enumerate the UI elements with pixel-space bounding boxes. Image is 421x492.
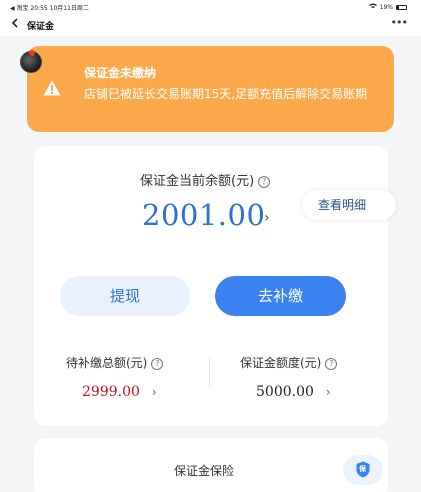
pending-amount-value: 2999.00 [82,384,140,400]
chevron-right-icon: › [325,385,331,399]
pending-amount-stat[interactable]: 待补缴总额(元)? 2999.00 › [66,354,164,400]
warning-banner: 保证金未缴纳 店铺已被延长交易账期15天,足额充值后解除交易账期 [27,46,394,132]
shield-label: 保 [359,465,366,473]
page-title: 保证金 [27,22,55,32]
battery-percent: 19% [379,3,393,11]
status-bar: ◀ 淘宝 20:55 10月11日周二 19% [0,0,421,14]
battery-icon [396,4,407,10]
chevron-right-icon[interactable]: › [264,210,270,226]
help-icon[interactable]: ? [151,358,164,370]
status-right: 19% [368,3,407,11]
wifi-icon [368,3,377,11]
pending-amount-label: 待补缴总额(元) [66,356,148,370]
chevron-right-icon: › [151,385,157,399]
deposit-quota-value: 5000.00 [256,384,314,400]
more-icon[interactable]: ••• [391,16,408,29]
help-icon[interactable]: ? [258,176,271,188]
nav-bar: 保证金 ••• [0,14,421,36]
notification-dot [29,50,35,56]
withdraw-button[interactable]: 提现 [60,276,190,316]
warning-text: 店铺已被延长交易账期15天,足额充值后解除交易账期 [84,87,368,101]
balance-label-row: 保证金当前余额(元)? [140,170,271,189]
divider [209,358,210,388]
insurance-title: 保证金保险 [174,464,235,478]
topup-button[interactable]: 去补缴 [215,276,346,316]
insurance-badge[interactable]: 保 [343,455,383,485]
warning-triangle-icon [43,80,61,96]
warning-title: 保证金未缴纳 [84,66,157,80]
deposit-quota-stat[interactable]: 保证金额度(元)? 5000.00 › [240,354,338,400]
deposit-quota-label: 保证金额度(元) [240,356,322,370]
insurance-card[interactable]: 保证金保险 [34,438,388,492]
status-left: ◀ 淘宝 20:55 10月11日周二 [10,5,89,12]
view-details-button[interactable]: 查看明细 [302,190,396,220]
balance-label: 保证金当前余额(元) [140,174,255,189]
help-icon[interactable]: ? [325,358,338,370]
balance-amount[interactable]: 2001.00 [142,198,265,232]
balance-card: 保证金当前余额(元)? 2001.00 › 查看明细 提现 去补缴 待补缴总额(… [34,146,396,426]
chevron-left-icon[interactable] [11,17,19,31]
